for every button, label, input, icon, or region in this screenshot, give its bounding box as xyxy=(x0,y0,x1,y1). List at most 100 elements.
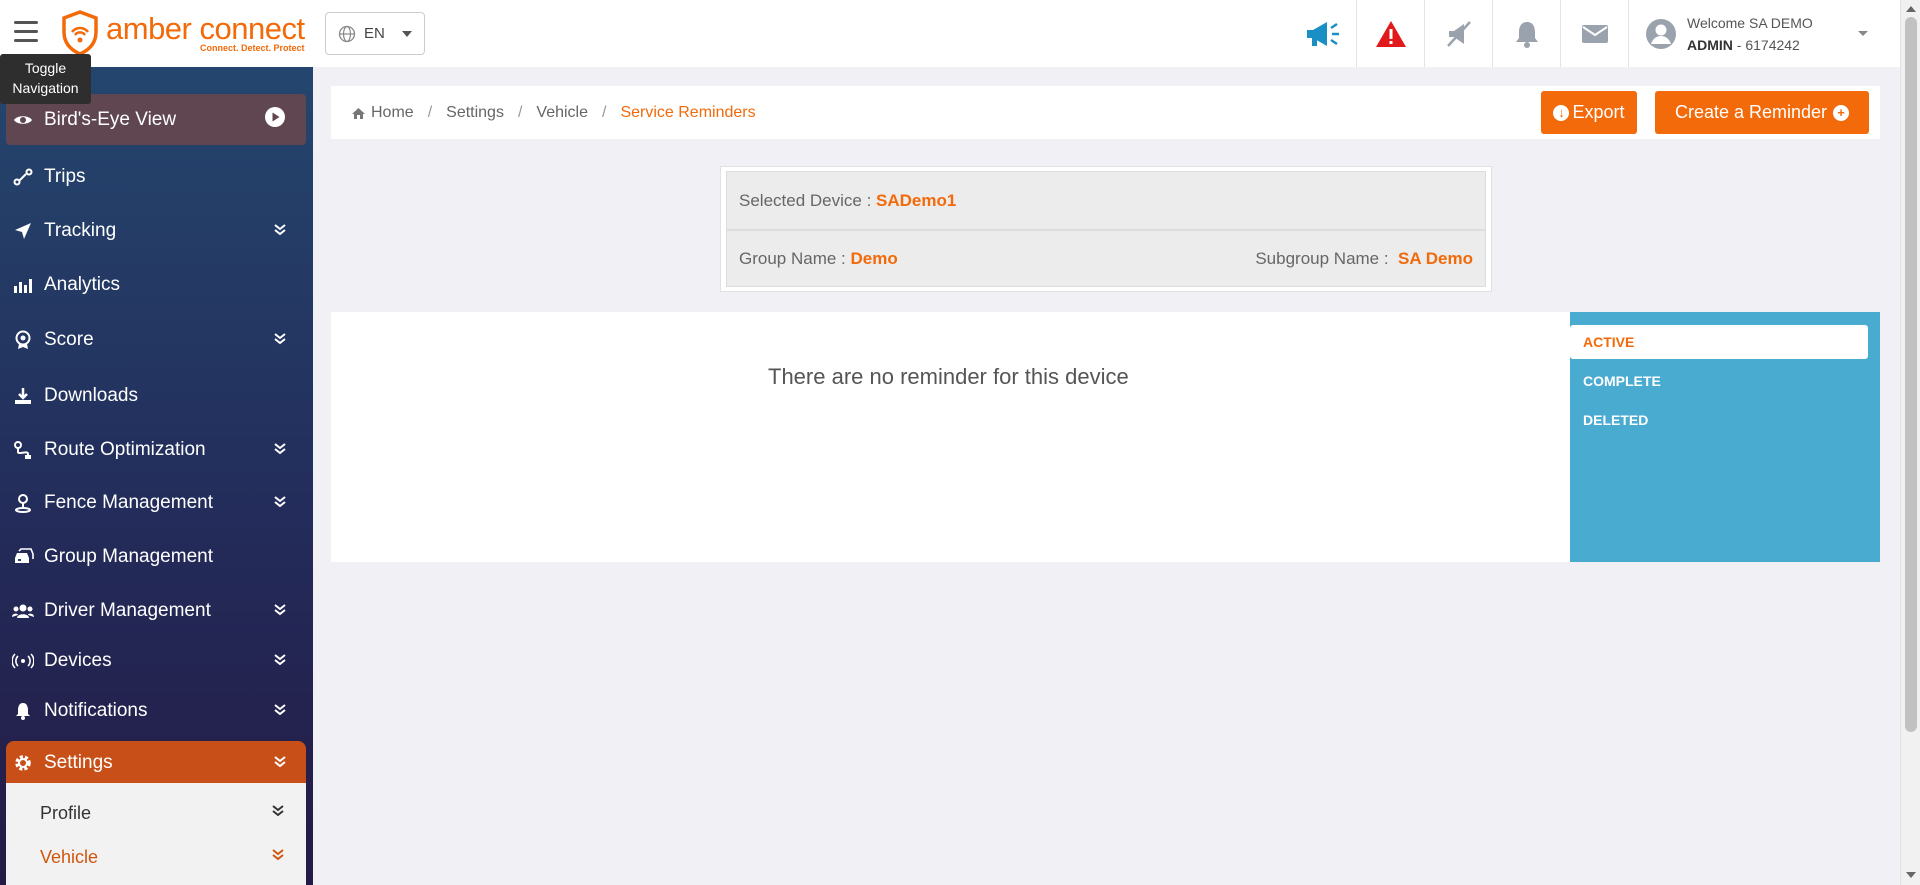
sidebar-item-label: Downloads xyxy=(44,385,138,406)
chevron-double-down-icon xyxy=(274,700,286,722)
sidebar-item-downloads[interactable]: Downloads xyxy=(6,371,306,421)
geofence-icon xyxy=(8,493,38,513)
sidebar-item-tracking[interactable]: Tracking xyxy=(6,206,306,256)
messages-button[interactable] xyxy=(1561,0,1629,67)
settings-submenu: Profile Vehicle xyxy=(6,783,306,885)
submenu-item-vehicle[interactable]: Vehicle xyxy=(40,847,98,868)
chevron-double-down-icon xyxy=(274,329,286,351)
bell-icon xyxy=(1515,21,1538,48)
breadcrumb-vehicle[interactable]: Vehicle xyxy=(536,104,588,122)
chevron-double-down-icon[interactable] xyxy=(272,804,284,822)
chevron-double-down-icon xyxy=(274,600,286,622)
user-menu-caret-icon[interactable] xyxy=(1858,31,1868,36)
breadcrumb-settings[interactable]: Settings xyxy=(446,104,504,122)
sidebar-item-devices[interactable]: Devices xyxy=(6,636,306,686)
play-circle-icon[interactable] xyxy=(264,106,286,134)
route-icon xyxy=(8,168,38,186)
group-row: Group Name : Demo Subgroup Name : SA Dem… xyxy=(726,230,1486,287)
bell-icon xyxy=(8,702,38,720)
sidebar-item-label: Analytics xyxy=(44,274,121,295)
sidebar-item-notifications[interactable]: Notifications xyxy=(6,686,306,736)
sidebar-item-label: Settings xyxy=(44,751,113,773)
notifications-button[interactable] xyxy=(1493,0,1561,67)
tab-deleted[interactable]: DELETED xyxy=(1570,403,1868,437)
sidebar-item-label: Route Optimization xyxy=(44,439,206,460)
submenu-item-profile[interactable]: Profile xyxy=(40,803,91,824)
user-role-line: ADMIN - 6174242 xyxy=(1687,34,1813,56)
chevron-double-down-icon xyxy=(274,492,286,514)
eye-icon xyxy=(8,113,38,127)
gear-icon xyxy=(8,753,38,773)
amber-shield-icon xyxy=(62,10,98,56)
scroll-up-arrow-icon[interactable] xyxy=(1906,6,1916,12)
user-avatar-icon xyxy=(1646,19,1676,49)
page-scrollbar[interactable] xyxy=(1900,0,1920,885)
create-reminder-label: Create a Reminder xyxy=(1674,102,1828,122)
plus-circle-icon: + xyxy=(1833,104,1850,121)
alerts-button[interactable] xyxy=(1357,0,1425,67)
empty-state-message: There are no reminder for this device xyxy=(768,364,1129,389)
user-account: - 6174242 xyxy=(1732,37,1800,53)
tab-complete[interactable]: COMPLETE xyxy=(1570,364,1868,398)
scroll-down-arrow-icon[interactable] xyxy=(1906,872,1916,878)
award-icon xyxy=(8,330,38,350)
sidebar-item-fence-management[interactable]: Fence Management xyxy=(6,478,306,528)
chevron-double-down-icon xyxy=(274,752,286,774)
reminders-panel: There are no reminder for this device AC… xyxy=(331,312,1880,562)
scrollbar-thumb[interactable] xyxy=(1905,17,1917,732)
broadcast-icon xyxy=(8,653,38,669)
sidebar-item-score[interactable]: Score xyxy=(6,315,306,365)
brand-logo[interactable]: amber connect Connect. Detect. Protect xyxy=(60,8,305,58)
export-button[interactable]: ↓ Export xyxy=(1541,91,1637,134)
logo-text: amber connect xyxy=(106,11,305,46)
car-group-icon xyxy=(8,548,38,566)
sidebar-item-route-optimization[interactable]: Route Optimization xyxy=(6,425,306,475)
export-label: Export xyxy=(1572,102,1625,122)
globe-icon xyxy=(338,25,356,42)
chevron-double-down-icon xyxy=(274,439,286,461)
sidebar-item-trips[interactable]: Trips xyxy=(6,152,306,202)
toggle-navigation-tooltip: Toggle Navigation xyxy=(0,54,91,104)
sidebar-item-analytics[interactable]: Analytics xyxy=(6,260,306,310)
sidebar-item-label: Notifications xyxy=(44,700,148,721)
sidebar-item-label: Score xyxy=(44,329,94,350)
sidebar: Bird's-Eye View Trips Tracking Analytics… xyxy=(0,67,313,885)
sidebar-item-group-management[interactable]: Group Management xyxy=(6,532,306,582)
welcome-text: Welcome SA DEMO xyxy=(1687,15,1813,31)
caret-down-icon xyxy=(402,31,412,37)
home-icon xyxy=(352,107,365,119)
subgroup-name-value: SA Demo xyxy=(1398,248,1473,268)
logo-tagline: Connect. Detect. Protect xyxy=(200,43,305,53)
subgroup-name: Subgroup Name : SA Demo xyxy=(1255,249,1473,269)
sidebar-item-label: Devices xyxy=(44,650,112,671)
selected-device-row: Selected Device : SADemo1 xyxy=(726,171,1486,230)
sidebar-item-label: Group Management xyxy=(44,546,213,567)
language-value: EN xyxy=(364,25,385,42)
users-icon xyxy=(8,603,38,619)
sidebar-item-settings[interactable]: Settings xyxy=(6,741,306,784)
sidebar-item-label: Tracking xyxy=(44,220,117,241)
breadcrumb: Home / Settings / Vehicle / Service Remi… xyxy=(351,104,756,122)
sidebar-item-label: Fence Management xyxy=(44,492,213,513)
mail-icon xyxy=(1581,24,1608,43)
device-info-card: Selected Device : SADemo1 Group Name : D… xyxy=(720,166,1492,292)
announcements-button[interactable] xyxy=(1289,0,1357,67)
tab-active[interactable]: ACTIVE xyxy=(1570,325,1868,359)
breadcrumb-home[interactable]: Home xyxy=(371,104,414,122)
group-name-label: Group Name : xyxy=(739,248,846,268)
chevron-double-down-icon xyxy=(274,650,286,672)
create-reminder-button[interactable]: Create a Reminder + xyxy=(1655,91,1869,134)
chevron-double-down-icon[interactable] xyxy=(272,848,284,866)
sidebar-item-label: Trips xyxy=(44,166,86,187)
breadcrumb-separator: / xyxy=(427,104,433,121)
mute-announcements-button[interactable] xyxy=(1425,0,1493,67)
language-selector[interactable]: EN xyxy=(325,12,425,55)
sidebar-item-label: Bird's-Eye View xyxy=(44,108,177,130)
sidebar-item-driver-management[interactable]: Driver Management xyxy=(6,586,306,636)
top-bar: amber connect Connect. Detect. Protect E… xyxy=(0,0,1900,67)
muted-megaphone-icon xyxy=(1446,20,1471,47)
user-menu[interactable]: Welcome SA DEMO ADMIN - 6174242 xyxy=(1645,10,1813,58)
breadcrumb-separator: / xyxy=(602,104,607,121)
hamburger-menu-icon[interactable] xyxy=(14,16,44,46)
analytics-icon xyxy=(8,276,38,294)
